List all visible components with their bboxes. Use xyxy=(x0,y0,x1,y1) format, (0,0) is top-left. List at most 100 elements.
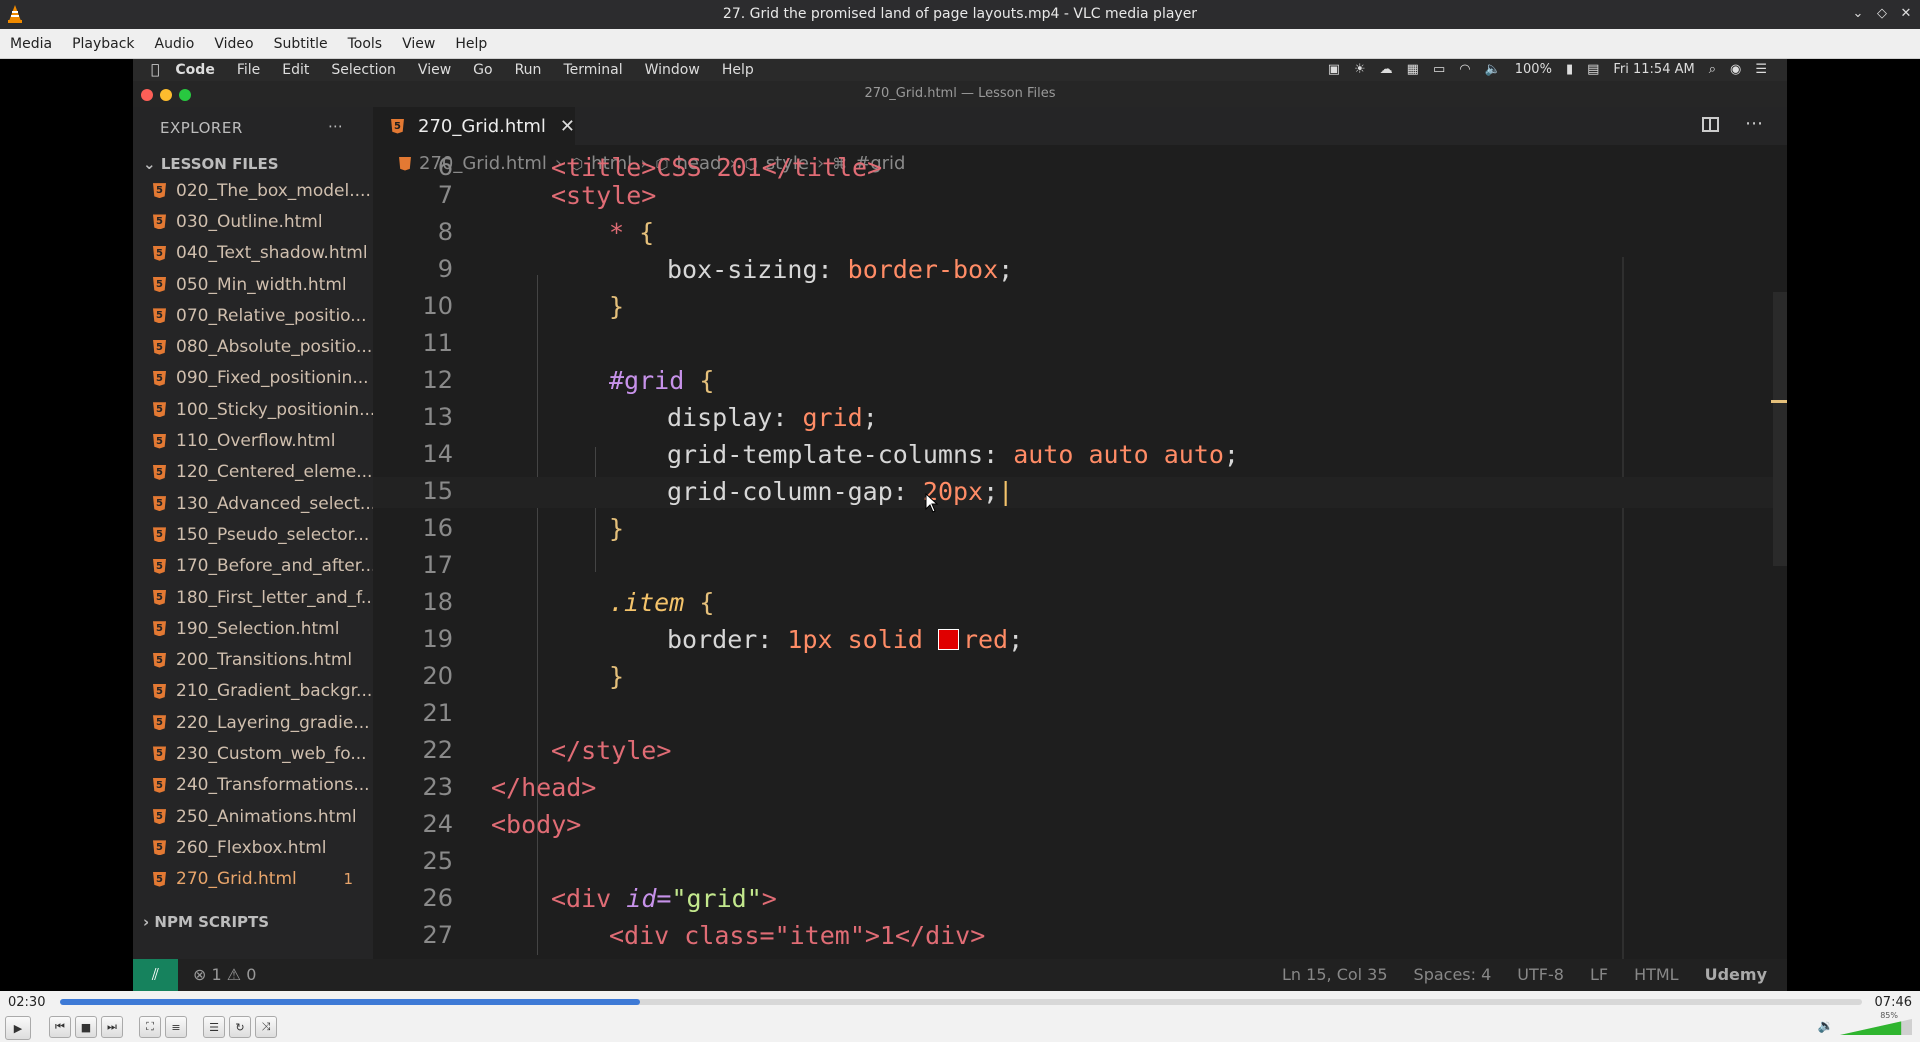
tab-270-grid: 5 270_Grid.html ✕ xyxy=(373,107,575,145)
code-line: 26 <div id="grid"> xyxy=(373,884,1787,915)
html5-icon: 5 xyxy=(153,809,166,825)
code-line: 24 <body> xyxy=(373,810,1787,841)
code-line: 20} xyxy=(373,662,1787,693)
property-text: box-sizing: xyxy=(667,255,833,284)
code-line: 19 border: 1px solid red; xyxy=(373,625,1787,656)
line-number: 6 xyxy=(437,153,453,181)
close-button[interactable]: ✕ xyxy=(1898,3,1914,23)
code-line-current: 15 grid-column-gap: 20px;| xyxy=(373,477,1787,508)
line-number: 23 xyxy=(422,773,453,801)
line-number: 8 xyxy=(437,218,453,246)
code-line: 22 </style> xyxy=(373,736,1787,767)
menu-tools[interactable]: Tools xyxy=(338,36,393,52)
value-text: grid xyxy=(802,403,863,432)
color-swatch xyxy=(937,629,959,650)
file-item-active: 5 270_Grid.html 1 xyxy=(133,864,373,895)
total-time[interactable]: 07:46 xyxy=(1875,995,1912,1010)
html5-icon: 5 xyxy=(153,245,166,261)
remote-icon: ⫽ xyxy=(133,959,178,991)
calendar-icon: ▤ xyxy=(1587,62,1600,77)
value-text: red xyxy=(962,625,1009,654)
volume-slider[interactable] xyxy=(1840,1019,1912,1035)
seek-progress xyxy=(60,999,641,1005)
play-button[interactable]: ▶ xyxy=(5,1016,31,1040)
menu-audio[interactable]: Audio xyxy=(145,36,205,52)
brightness-icon: ☀ xyxy=(1353,62,1366,77)
spotlight-icon: ⌕ xyxy=(1708,62,1716,77)
html5-icon: 5 xyxy=(153,433,166,449)
selector-text: .item xyxy=(609,588,685,617)
html5-icon: 5 xyxy=(153,370,166,386)
html5-icon: 5 xyxy=(153,308,166,324)
chevron-right-icon: › xyxy=(143,913,150,931)
code-text: <body> xyxy=(491,810,582,839)
html5-icon: 5 xyxy=(153,746,166,762)
mac-menu-edit: Edit xyxy=(273,62,309,78)
code-line: 10} xyxy=(373,292,1787,323)
file-name: 150_Pseudo_selector... xyxy=(176,524,370,545)
line-number: 17 xyxy=(422,551,453,579)
fullscreen-button[interactable]: ⛶ xyxy=(139,1016,161,1038)
previous-button[interactable]: ⏮ xyxy=(49,1016,71,1038)
minimap-scrollbar xyxy=(1771,292,1787,566)
code-line: 6 <title>CSS 201</title> xyxy=(373,153,1787,184)
menu-playback[interactable]: Playback xyxy=(62,36,144,52)
volume-icon[interactable]: 🔉 xyxy=(1818,1019,1834,1034)
file-name: 220_Layering_gradie... xyxy=(176,712,370,733)
udemy-watermark: Udemy xyxy=(1704,965,1767,984)
restore-button[interactable]: ◇ xyxy=(1874,3,1890,23)
line-number: 13 xyxy=(422,403,453,431)
minimize-dot-icon xyxy=(160,89,172,101)
line-number: 22 xyxy=(422,736,453,764)
string-text: "grid" xyxy=(671,884,762,913)
menu-view[interactable]: View xyxy=(392,36,445,52)
file-name: 080_Absolute_positio... xyxy=(176,337,373,358)
cloud-icon: ☁ xyxy=(1379,62,1393,77)
file-name: 210_Gradient_backgr... xyxy=(176,681,373,702)
file-name: 230_Custom_web_fo... xyxy=(176,743,367,764)
battery-icon: ▮ xyxy=(1565,62,1574,77)
extended-settings-button[interactable]: ≡ xyxy=(165,1016,187,1038)
menu-bar: Media Playback Audio Video Subtitle Tool… xyxy=(0,29,1920,59)
file-name: 030_Outline.html xyxy=(176,211,323,232)
html5-icon: 5 xyxy=(153,527,166,543)
menu-subtitle[interactable]: Subtitle xyxy=(264,36,338,52)
brace-text: } xyxy=(609,662,625,691)
code-line: 27 <div class="item">1</div> xyxy=(373,921,1787,952)
code-editor: 5 270_Grid.html ✕ ⋯ 270_Grid.html › ⬡ ht… xyxy=(373,107,1787,959)
file-name: 070_Relative_positio... xyxy=(176,305,367,326)
brace-text: } xyxy=(609,514,625,543)
code-line: 18 .item { xyxy=(373,588,1787,619)
explorer-header: EXPLORER xyxy=(160,119,243,137)
html5-icon: 5 xyxy=(153,402,166,418)
file-item: 5 040_Text_shadow.html xyxy=(133,238,373,269)
file-item: 5 150_Pseudo_selector... xyxy=(133,519,373,550)
editor-tabs: 5 270_Grid.html ✕ ⋯ xyxy=(373,107,1787,145)
code-text: <div xyxy=(551,884,612,913)
loop-button[interactable]: ↻ xyxy=(229,1016,251,1038)
video-area[interactable]:  Code File Edit Selection View Go Run T… xyxy=(0,59,1920,991)
minimize-button[interactable]: ⌄ xyxy=(1850,3,1866,23)
file-item: 5 090_Fixed_positionin... xyxy=(133,363,373,394)
code-line: 17 xyxy=(373,551,1787,582)
next-button[interactable]: ⏭ xyxy=(101,1016,123,1038)
line-number: 19 xyxy=(422,625,453,653)
close-dot-icon xyxy=(141,89,153,101)
menu-help[interactable]: Help xyxy=(445,36,497,52)
text-caret: | xyxy=(998,477,1014,506)
file-item: 5 130_Advanced_select... xyxy=(133,488,373,519)
file-name: 180_First_letter_and_f... xyxy=(176,587,373,608)
elapsed-time[interactable]: 02:30 xyxy=(8,995,45,1010)
section-label: LESSON FILES xyxy=(160,155,279,173)
menu-video[interactable]: Video xyxy=(204,36,263,52)
seek-slider[interactable] xyxy=(60,999,1862,1005)
menu-media[interactable]: Media xyxy=(0,36,62,52)
mac-menu-file: File xyxy=(228,62,260,78)
code-text: <style> xyxy=(551,181,657,210)
npm-label: NPM SCRIPTS xyxy=(154,913,270,931)
shuffle-button[interactable]: ⤨ xyxy=(255,1016,277,1038)
playlist-button[interactable]: ☰ xyxy=(203,1016,225,1038)
stop-button[interactable]: ■ xyxy=(75,1016,97,1038)
file-item: 5 080_Absolute_positio... xyxy=(133,331,373,362)
code-line: 12 #grid { xyxy=(373,366,1787,397)
